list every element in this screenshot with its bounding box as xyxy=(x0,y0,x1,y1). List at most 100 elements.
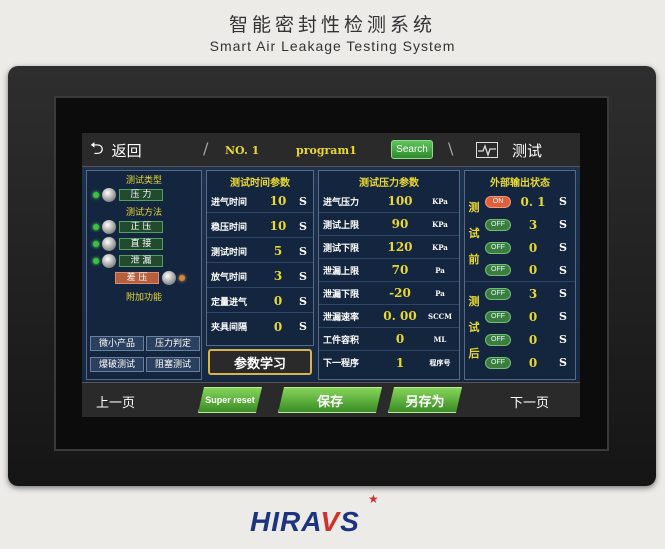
bottom-bar: 上一页 Super reset 保存 另存为 下一页 xyxy=(82,382,580,417)
program-number: NO. 1 xyxy=(225,144,260,157)
param-value[interactable]: 0. 00 xyxy=(377,309,423,323)
pressure-row[interactable]: 泄漏下限 -20 Pa xyxy=(319,282,459,305)
program-name[interactable]: program1 xyxy=(296,144,357,157)
output-value[interactable]: 0 xyxy=(511,356,555,370)
brand-logo: HIRAVS xyxy=(250,506,360,537)
pressure-row[interactable]: 泄漏上限 70 Pa xyxy=(319,259,459,282)
output-value[interactable]: 0. 1 xyxy=(511,195,555,209)
method-label: 泄 漏 xyxy=(119,254,163,267)
output-unit: S xyxy=(559,218,567,231)
test-button[interactable]: 测试 xyxy=(476,139,576,161)
rotary-knob-icon xyxy=(162,270,176,285)
pressure-row[interactable]: 泄漏速率 0. 00 SCCM xyxy=(319,305,459,328)
output-toggle[interactable]: OFF xyxy=(485,356,511,369)
param-value[interactable]: 0 xyxy=(263,294,293,308)
pressure-judge-button[interactable]: 压力判定 xyxy=(146,336,200,351)
param-value[interactable]: 100 xyxy=(377,194,423,208)
search-button[interactable]: Search xyxy=(391,140,433,159)
output-toggle[interactable]: OFF xyxy=(485,218,511,231)
param-label: 泄漏下限 xyxy=(323,289,360,300)
param-unit: S xyxy=(299,320,307,333)
output-toggle[interactable]: OFF xyxy=(485,287,511,300)
param-value[interactable]: 70 xyxy=(377,263,423,277)
output-row[interactable]: OFF 3 S xyxy=(465,282,575,305)
burst-test-button[interactable]: 爆破测试 xyxy=(90,357,144,372)
param-label: 测试上限 xyxy=(323,220,360,231)
param-learn-label: 参数学习 xyxy=(233,356,286,372)
method-selector-leak[interactable]: 泄 漏 xyxy=(87,252,201,269)
test-type-selector[interactable]: 压 力 xyxy=(87,186,201,203)
output-value[interactable]: 0 xyxy=(511,241,555,255)
param-value[interactable]: 10 xyxy=(263,194,293,208)
output-row[interactable]: OFF 0 S xyxy=(465,351,575,374)
param-unit: Pa xyxy=(435,265,445,275)
time-row[interactable]: 测试时间 5 S xyxy=(207,240,313,263)
time-params-title: 测试时间参数 xyxy=(230,178,290,189)
output-value[interactable]: 3 xyxy=(511,287,555,301)
pressure-params-panel: 测试压力参数 进气压力 100 KPa 测试上限 90 KPa 测试下限 120 KPa 泄… xyxy=(318,170,460,380)
time-row[interactable]: 放气时间 3 S xyxy=(207,265,313,288)
waveform-icon xyxy=(476,142,498,158)
back-button[interactable]: ⮌ 返回 xyxy=(90,139,200,161)
method-selector-direct[interactable]: 直 接 xyxy=(87,235,201,252)
time-row[interactable]: 进气时间 10 S xyxy=(207,190,313,213)
pressure-row[interactable]: 下一程序 1 程序号 xyxy=(319,351,459,374)
output-unit: S xyxy=(559,195,567,208)
param-unit: KPa xyxy=(432,242,448,252)
param-label: 定量进气 xyxy=(211,297,248,308)
save-button[interactable]: 保存 xyxy=(278,387,382,413)
param-unit: S xyxy=(299,294,307,308)
param-value[interactable]: 3 xyxy=(263,269,293,283)
output-row[interactable]: OFF 0 S xyxy=(465,305,575,328)
time-row[interactable]: 夹具间隔 0 S xyxy=(207,315,313,338)
param-label: 夹具间隔 xyxy=(211,323,248,333)
param-value[interactable]: 10 xyxy=(263,219,293,233)
pressure-params-title: 测试压力参数 xyxy=(359,178,419,189)
diff-pressure-selector[interactable]: 差 压 xyxy=(87,269,201,286)
pressure-row[interactable]: 测试下限 120 KPa xyxy=(319,236,459,259)
output-row[interactable]: OFF 0 S xyxy=(465,236,575,259)
time-row[interactable]: 定量进气 0 S xyxy=(207,290,313,313)
param-learn-button[interactable]: 参数学习 xyxy=(208,349,312,375)
param-value[interactable]: 0 xyxy=(377,332,423,346)
output-toggle[interactable]: OFF xyxy=(485,241,511,254)
output-row[interactable]: OFF 0 S xyxy=(465,259,575,282)
block-test-button[interactable]: 阻塞测试 xyxy=(146,357,200,372)
output-row[interactable]: OFF 0 S xyxy=(465,328,575,351)
output-toggle[interactable]: OFF xyxy=(485,264,511,276)
rotary-knob-icon xyxy=(102,219,116,234)
output-value[interactable]: 0 xyxy=(511,310,555,324)
param-value[interactable]: 5 xyxy=(263,244,293,258)
param-value[interactable]: 90 xyxy=(377,217,423,231)
pressure-row[interactable]: 测试上限 90 KPa xyxy=(319,213,459,236)
param-value[interactable]: 0 xyxy=(263,320,293,334)
param-value[interactable]: -20 xyxy=(377,286,423,300)
param-value[interactable]: 1 xyxy=(377,356,423,370)
output-toggle[interactable]: OFF xyxy=(485,333,511,346)
prev-page-button[interactable]: 上一页 xyxy=(96,392,135,411)
param-label: 放气时间 xyxy=(211,272,248,283)
param-unit: S xyxy=(299,194,307,208)
back-label: 返回 xyxy=(111,141,142,160)
micro-product-button[interactable]: 微小产品 xyxy=(90,336,144,351)
output-value[interactable]: 3 xyxy=(511,218,555,232)
device-title-cn: 智能密封性检测系统 xyxy=(228,14,436,36)
pressure-row[interactable]: 工件容积 0 ML xyxy=(319,328,459,351)
param-value[interactable]: 120 xyxy=(377,240,423,254)
output-toggle[interactable]: OFF xyxy=(485,310,511,323)
output-status-title: 外部输出状态 xyxy=(490,178,550,189)
save-as-button[interactable]: 另存为 xyxy=(388,387,462,413)
output-toggle[interactable]: ON xyxy=(485,195,511,208)
pressure-row[interactable]: 进气压力 100 KPa xyxy=(319,190,459,213)
super-reset-button[interactable]: Super reset xyxy=(198,387,262,413)
output-row[interactable]: OFF 3 S xyxy=(465,213,575,236)
method-label: 正 压 xyxy=(119,220,163,233)
output-value[interactable]: 0 xyxy=(511,263,555,277)
next-page-button[interactable]: 下一页 xyxy=(510,392,549,411)
output-value[interactable]: 0 xyxy=(511,333,555,347)
time-row[interactable]: 稳压时间 10 S xyxy=(207,215,313,238)
method-selector-positive[interactable]: 正 压 xyxy=(87,218,201,235)
output-row[interactable]: ON 0. 1 S xyxy=(465,190,575,213)
time-params-panel: 测试时间参数 进气时间 10 S 稳压时间 10 S 测试时间 5 S 放气时间 3 S 定量进… xyxy=(206,170,314,346)
param-unit: ML xyxy=(433,334,447,344)
